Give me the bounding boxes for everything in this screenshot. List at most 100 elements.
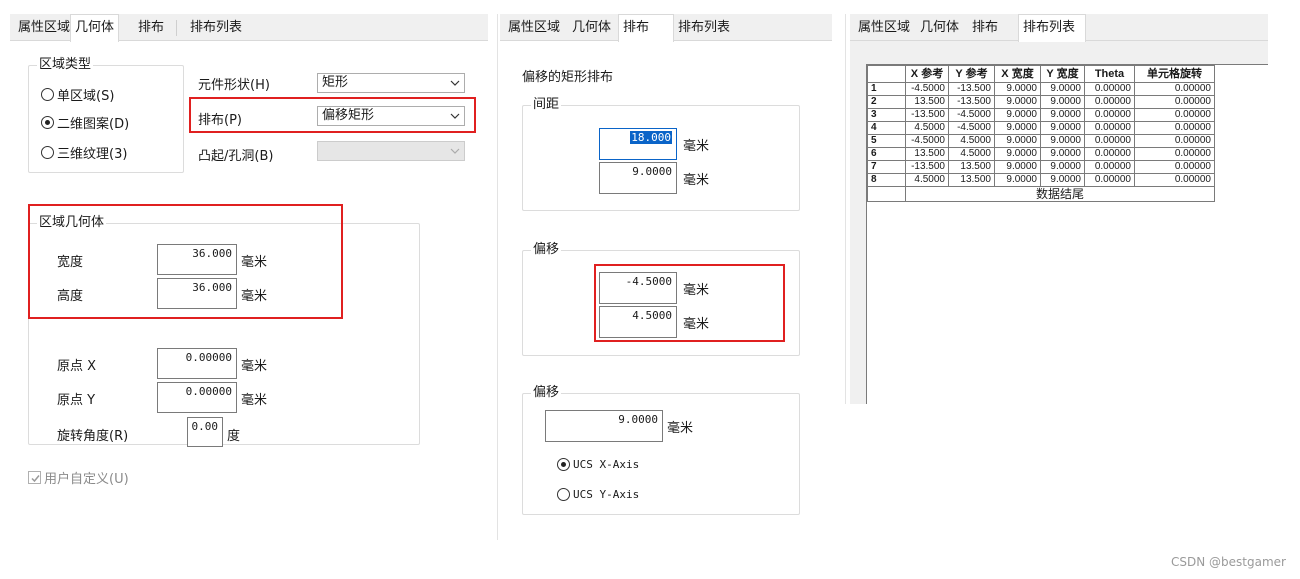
column-header[interactable] [867, 65, 906, 83]
table-cell[interactable]: 0.00000 [1134, 160, 1215, 174]
radio-2d-pattern[interactable]: 二维图案(D) [41, 113, 129, 132]
table-row[interactable]: 7 -13.500 13.500 9.0000 9.0000 0.00000 0.00000 [867, 160, 1215, 174]
table-cell[interactable]: 0.00000 [1134, 95, 1215, 109]
row-index-cell[interactable]: 7 [867, 160, 906, 174]
offset-value-input[interactable]: 9.0000 [545, 410, 663, 442]
table-cell[interactable]: -4.5000 [905, 134, 949, 148]
table-cell[interactable]: -13.500 [905, 108, 949, 122]
table-cell[interactable]: 13.500 [948, 160, 995, 174]
bump-hole-combo[interactable] [317, 141, 465, 161]
table-cell[interactable]: -13.500 [905, 160, 949, 174]
table-cell[interactable]: 9.0000 [1040, 147, 1085, 161]
table-cell[interactable]: 13.500 [948, 173, 995, 187]
table-cell[interactable]: 9.0000 [1040, 82, 1085, 96]
table-cell[interactable]: 0.00000 [1084, 134, 1135, 148]
table-row[interactable]: 4 4.5000 -4.5000 9.0000 9.0000 0.00000 0.00000 [867, 121, 1215, 135]
row-index-cell[interactable]: 1 [867, 82, 906, 96]
table-cell[interactable]: 9.0000 [1040, 134, 1085, 148]
table-cell[interactable]: 0.00000 [1134, 121, 1215, 135]
table-cell[interactable]: 9.0000 [994, 134, 1041, 148]
radio-single-region[interactable]: 单区域(S) [41, 85, 114, 104]
spacing-x-input[interactable]: 18.000 [599, 128, 677, 160]
tab-layout[interactable]: 排布 [134, 17, 168, 41]
row-index-cell[interactable]: 8 [867, 173, 906, 187]
table-cell[interactable]: -4.5000 [948, 108, 995, 122]
element-shape-combo[interactable]: 矩形 [317, 73, 465, 93]
tab-layout-list[interactable]: 排布列表 [1018, 14, 1086, 42]
row-index-cell[interactable]: 4 [867, 121, 906, 135]
table-cell[interactable]: 0.00000 [1084, 160, 1135, 174]
table-cell[interactable]: 9.0000 [1040, 108, 1085, 122]
column-header[interactable]: X 宽度 [994, 65, 1041, 83]
table-cell[interactable]: 0.00000 [1134, 134, 1215, 148]
table-row[interactable]: 6 13.500 4.5000 9.0000 9.0000 0.00000 0.00000 [867, 147, 1215, 161]
table-row[interactable]: 8 4.5000 13.500 9.0000 9.0000 0.00000 0.00000 [867, 173, 1215, 187]
column-header[interactable]: 单元格旋转 [1134, 65, 1215, 83]
origin-x-input[interactable]: 0.00000 [157, 348, 237, 379]
table-cell[interactable]: 4.5000 [905, 121, 949, 135]
table-cell[interactable]: 9.0000 [994, 95, 1041, 109]
radio-ucs-x-axis[interactable]: UCS X-Axis [557, 458, 639, 471]
table-row[interactable]: 2 13.500 -13.500 9.0000 9.0000 0.00000 0.00000 [867, 95, 1215, 109]
table-cell[interactable]: 4.5000 [948, 147, 995, 161]
table-cell[interactable]: 9.0000 [1040, 121, 1085, 135]
tab-geometry[interactable]: 几何体 [916, 17, 963, 41]
table-cell[interactable]: 9.0000 [994, 147, 1041, 161]
column-header[interactable]: Theta [1084, 65, 1135, 83]
tab-layout[interactable]: 排布 [618, 14, 674, 42]
table-cell[interactable]: -4.5000 [948, 121, 995, 135]
tab-property-region[interactable]: 属性区域 [504, 17, 564, 41]
tab-property-region[interactable]: 属性区域 [14, 17, 74, 41]
origin-y-input[interactable]: 0.00000 [157, 382, 237, 413]
table-cell[interactable]: 9.0000 [994, 82, 1041, 96]
tab-property-region[interactable]: 属性区域 [854, 17, 914, 41]
row-index-cell[interactable]: 5 [867, 134, 906, 148]
table-cell[interactable]: 4.5000 [905, 173, 949, 187]
table-row[interactable]: 5 -4.5000 4.5000 9.0000 9.0000 0.00000 0.00000 [867, 134, 1215, 148]
table-cell[interactable]: 13.500 [905, 95, 949, 109]
table-cell[interactable]: 0.00000 [1084, 173, 1135, 187]
table-cell[interactable]: 0.00000 [1134, 108, 1215, 122]
table-cell[interactable]: 9.0000 [994, 160, 1041, 174]
table-cell[interactable]: 13.500 [905, 147, 949, 161]
table-cell[interactable]: 0.00000 [1084, 147, 1135, 161]
radio-ucs-y-axis[interactable]: UCS Y-Axis [557, 488, 639, 501]
table-cell[interactable]: 0.00000 [1084, 95, 1135, 109]
table-row[interactable]: 1 -4.5000 -13.500 9.0000 9.0000 0.00000 0.0000… [867, 82, 1215, 96]
rotation-input[interactable]: 0.00 [187, 417, 223, 447]
row-index-cell[interactable]: 6 [867, 147, 906, 161]
table-cell[interactable]: 9.0000 [994, 108, 1041, 122]
user-defined-checkbox[interactable]: 用户自定义(U) [28, 468, 129, 487]
row-index-cell[interactable]: 2 [867, 95, 906, 109]
spacing-y-input[interactable]: 9.0000 [599, 162, 677, 194]
table-cell[interactable]: 9.0000 [1040, 160, 1085, 174]
radio-3d-texture[interactable]: 三维纹理(3) [41, 143, 127, 162]
table-cell[interactable]: 0.00000 [1084, 121, 1135, 135]
layout-highlight-box [189, 97, 476, 133]
table-cell[interactable]: -4.5000 [905, 82, 949, 96]
table-cell[interactable]: 9.0000 [994, 173, 1041, 187]
tab-geometry[interactable]: 几何体 [70, 14, 120, 42]
table-cell[interactable]: 9.0000 [1040, 95, 1085, 109]
table-cell[interactable]: -13.500 [948, 82, 995, 96]
table-cell[interactable]: 9.0000 [994, 121, 1041, 135]
tab-layout[interactable]: 排布 [968, 17, 1002, 41]
chevron-down-icon [450, 148, 460, 154]
layout-table[interactable]: X 参考 Y 参考 X 宽度 Y 宽度 Theta 单元格旋转 1 -4.5000 -13.5… [867, 65, 1215, 202]
tab-layout-list[interactable]: 排布列表 [186, 17, 246, 41]
table-cell[interactable]: 0.00000 [1134, 82, 1215, 96]
table-cell[interactable]: 0.00000 [1084, 82, 1135, 96]
tab-layout-list[interactable]: 排布列表 [674, 17, 734, 41]
table-cell[interactable]: 0.00000 [1084, 108, 1135, 122]
column-header[interactable]: X 参考 [905, 65, 949, 83]
column-header[interactable]: Y 参考 [948, 65, 995, 83]
table-row[interactable]: 3 -13.500 -4.5000 9.0000 9.0000 0.00000 0.0000… [867, 108, 1215, 122]
table-cell[interactable]: 0.00000 [1134, 173, 1215, 187]
table-cell[interactable]: 9.0000 [1040, 173, 1085, 187]
tab-geometry[interactable]: 几何体 [568, 17, 615, 41]
table-cell[interactable]: 0.00000 [1134, 147, 1215, 161]
column-header[interactable]: Y 宽度 [1040, 65, 1085, 83]
table-cell[interactable]: -13.500 [948, 95, 995, 109]
row-index-cell[interactable]: 3 [867, 108, 906, 122]
table-cell[interactable]: 4.5000 [948, 134, 995, 148]
